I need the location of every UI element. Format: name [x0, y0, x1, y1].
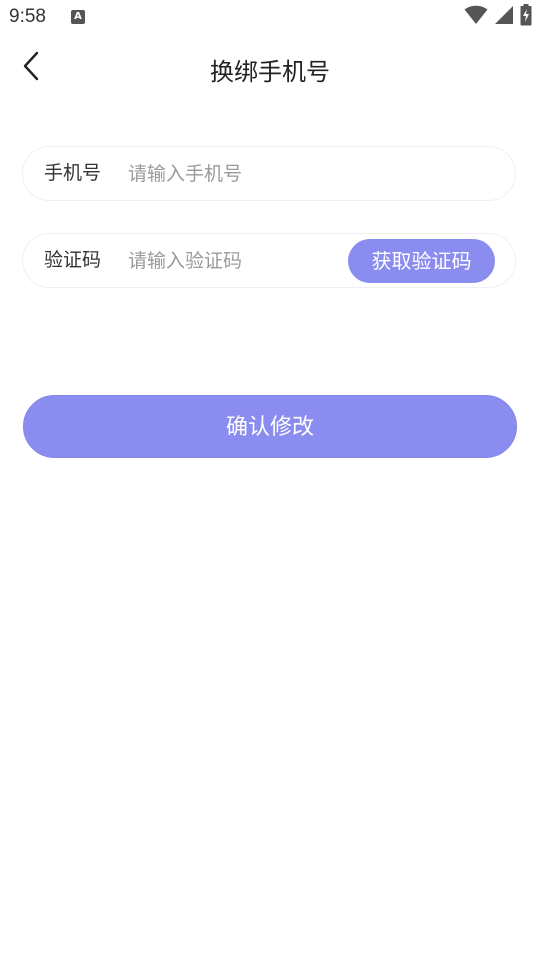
status-time: 9:58 — [9, 6, 46, 27]
battery-charging-icon — [520, 4, 532, 30]
code-input[interactable] — [128, 241, 343, 280]
confirm-button[interactable]: 确认修改 — [23, 395, 517, 458]
screen: 9:58 A 换绑手机号 手机号 请输入手机号 验证码 请输入验证码 获取验证码… — [0, 0, 540, 960]
cell-signal-icon — [494, 5, 514, 29]
code-field: 验证码 获取验证码 — [22, 233, 516, 288]
get-code-button[interactable]: 获取验证码 — [348, 239, 495, 283]
wifi-icon — [464, 5, 488, 29]
phone-field: 手机号 — [22, 146, 516, 201]
header: 换绑手机号 — [0, 36, 540, 100]
phone-input[interactable] — [128, 154, 488, 193]
status-bar: 9:58 A — [0, 0, 540, 36]
status-icons — [464, 4, 532, 30]
code-label: 验证码 — [44, 249, 102, 271]
phone-label: 手机号 — [44, 162, 102, 184]
page-title: 换绑手机号 — [210, 58, 330, 86]
text-a-icon: A — [71, 10, 85, 24]
